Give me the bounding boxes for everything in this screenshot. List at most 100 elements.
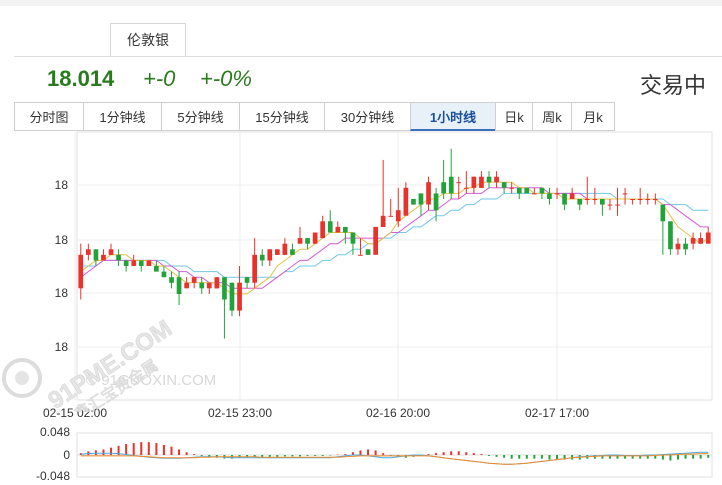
macd-panel: 0.048 0 -0.048 xyxy=(36,425,713,483)
candle-body xyxy=(509,187,514,189)
candle-body xyxy=(259,254,265,261)
candle-body xyxy=(562,193,567,205)
candle-body xyxy=(464,187,469,189)
candle-body xyxy=(683,243,688,250)
y-tick-label: 18 xyxy=(55,286,69,300)
candle-body xyxy=(297,238,303,244)
candle-body xyxy=(365,249,371,255)
candle-body xyxy=(327,221,333,233)
candlestick-series xyxy=(78,148,711,339)
candle-body xyxy=(101,254,106,261)
candle-body xyxy=(426,182,431,205)
candle-body xyxy=(206,282,212,289)
candle-body xyxy=(123,260,129,266)
kline-chart[interactable]: 1818181802-15 02:00 02-15 23:00 02-16 20:0… xyxy=(0,0,722,485)
candle-body xyxy=(486,176,492,183)
candle-body xyxy=(290,249,295,255)
candle-body xyxy=(524,187,530,194)
ma-long-line xyxy=(80,192,709,278)
candle-body xyxy=(154,266,159,272)
sub-y-tick-label: 0.048 xyxy=(40,425,70,439)
candle-body xyxy=(615,204,620,206)
candle-body xyxy=(267,249,273,261)
candle-body xyxy=(78,254,84,289)
y-tick-label: 18 xyxy=(55,233,69,247)
ma-mid-line xyxy=(80,187,709,289)
candle-body xyxy=(690,238,696,244)
candle-body xyxy=(275,249,280,255)
candle-body xyxy=(108,249,114,255)
candle-body xyxy=(441,182,446,194)
ma-short-line xyxy=(80,181,709,295)
candle-body xyxy=(305,238,310,244)
candle-body xyxy=(448,176,454,194)
candle-body xyxy=(494,176,499,183)
candle-body xyxy=(539,187,545,194)
candle-body xyxy=(138,260,144,266)
candle-body xyxy=(456,182,462,184)
candle-body xyxy=(176,277,182,294)
candle-body xyxy=(214,277,220,289)
candle-body xyxy=(320,221,325,239)
candle-body xyxy=(516,187,522,194)
candle-body xyxy=(252,254,257,283)
candle-body xyxy=(161,271,167,278)
site-logo: 91PME.COM 鑫汇宝贵金属 xyxy=(2,315,177,412)
candle-body xyxy=(547,193,552,199)
candle-body xyxy=(350,232,356,244)
x-tick-label: 02-16 20:00 xyxy=(366,406,430,420)
candle-body xyxy=(343,226,348,233)
candle-body xyxy=(312,232,318,244)
candle-body xyxy=(229,282,235,311)
candle-body xyxy=(637,199,643,200)
candle-body xyxy=(282,243,288,255)
candle-body xyxy=(630,199,635,200)
candle-body xyxy=(146,260,152,266)
moving-average-lines xyxy=(80,181,709,295)
candle-body xyxy=(184,282,189,289)
candle-body xyxy=(501,182,507,188)
candle-body xyxy=(131,260,137,266)
candle-body xyxy=(698,238,703,244)
candle-body xyxy=(592,199,598,200)
candle-body xyxy=(411,199,416,205)
candle-body xyxy=(373,226,378,255)
candle-body xyxy=(705,232,711,244)
candle-body xyxy=(668,221,673,250)
candle-body xyxy=(244,277,250,283)
candle-body xyxy=(380,215,386,227)
candle-body xyxy=(554,193,560,195)
candle-body xyxy=(471,176,477,188)
candle-body xyxy=(660,204,666,222)
logo-dot-icon xyxy=(15,371,29,385)
candle-body xyxy=(479,176,484,188)
candle-body xyxy=(93,249,99,261)
candle-body xyxy=(600,199,605,205)
candle-body xyxy=(622,193,628,195)
candle-body xyxy=(569,193,575,199)
candle-body xyxy=(116,254,121,261)
candle-body xyxy=(577,199,583,205)
sub-y-tick-label: -0.048 xyxy=(36,469,70,483)
candle-body xyxy=(653,199,658,200)
x-tick-label: 02-15 23:00 xyxy=(208,406,272,420)
candle-body xyxy=(403,187,409,216)
candle-body xyxy=(607,204,613,206)
y-tick-label: 18 xyxy=(55,178,69,192)
candle-body xyxy=(388,215,394,217)
candle-body xyxy=(335,226,341,233)
candle-body xyxy=(584,199,590,200)
candle-body xyxy=(675,243,681,250)
candle-body xyxy=(418,193,424,205)
candle-body xyxy=(222,277,227,300)
candle-body xyxy=(191,277,197,283)
candle-body xyxy=(86,249,91,255)
candle-body xyxy=(433,193,439,211)
x-tick-label: 02-17 17:00 xyxy=(525,406,589,420)
candle-body xyxy=(199,282,205,289)
candle-body xyxy=(237,282,242,311)
candle-body xyxy=(395,210,401,222)
candle-body xyxy=(169,277,174,283)
sub-y-tick-label: 0 xyxy=(63,448,70,462)
candle-body xyxy=(358,254,363,256)
